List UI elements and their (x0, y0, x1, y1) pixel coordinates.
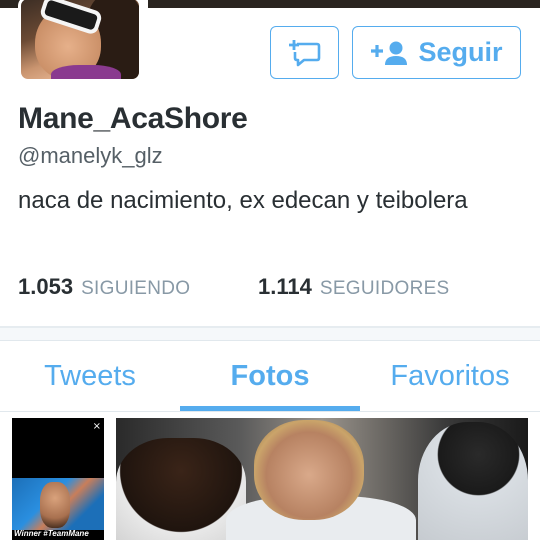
add-user-icon (370, 39, 408, 67)
profile-stats: 1.053 SIGUIENDO 1.114 SEGUIDORES (18, 274, 450, 300)
avatar-shirt (51, 65, 121, 79)
profile-bio: naca de nacimiento, ex edecan y teiboler… (18, 187, 468, 214)
photo-thumbnail[interactable]: × Winner #TeamMane (12, 418, 104, 540)
following-stat[interactable]: 1.053 SIGUIENDO (18, 274, 258, 300)
tab-tweets[interactable]: Tweets (0, 341, 180, 411)
photo-person-center-face (254, 420, 364, 520)
close-icon[interactable]: × (93, 421, 101, 432)
direct-message-button[interactable] (270, 26, 339, 79)
tab-fotos[interactable]: Fotos (180, 341, 360, 411)
follow-button[interactable]: Seguir (352, 26, 521, 79)
section-gap (0, 328, 540, 340)
user-handle: @manelyk_glz (18, 143, 163, 168)
photo-person-right (418, 422, 528, 540)
following-label: SIGUIENDO (81, 278, 191, 299)
followers-count: 1.114 (258, 274, 312, 299)
photo-thumbnail-large[interactable] (116, 418, 528, 540)
followers-stat[interactable]: 1.114 SEGUIDORES (258, 274, 450, 300)
photo-grid: × Winner #TeamMane (0, 412, 540, 540)
thumbnail-person (40, 482, 70, 528)
follow-button-label: Seguir (418, 37, 503, 67)
followers-label: SEGUIDORES (319, 278, 450, 299)
tab-favoritos[interactable]: Favoritos (360, 341, 540, 411)
following-count: 1.053 (18, 274, 74, 299)
display-name: Mane_AcaShore (18, 102, 248, 135)
add-message-icon (288, 38, 322, 68)
avatar[interactable] (18, 0, 142, 82)
profile-tabs: Tweets Fotos Favoritos (0, 341, 540, 411)
thumbnail-caption: Winner #TeamMane (14, 529, 89, 538)
